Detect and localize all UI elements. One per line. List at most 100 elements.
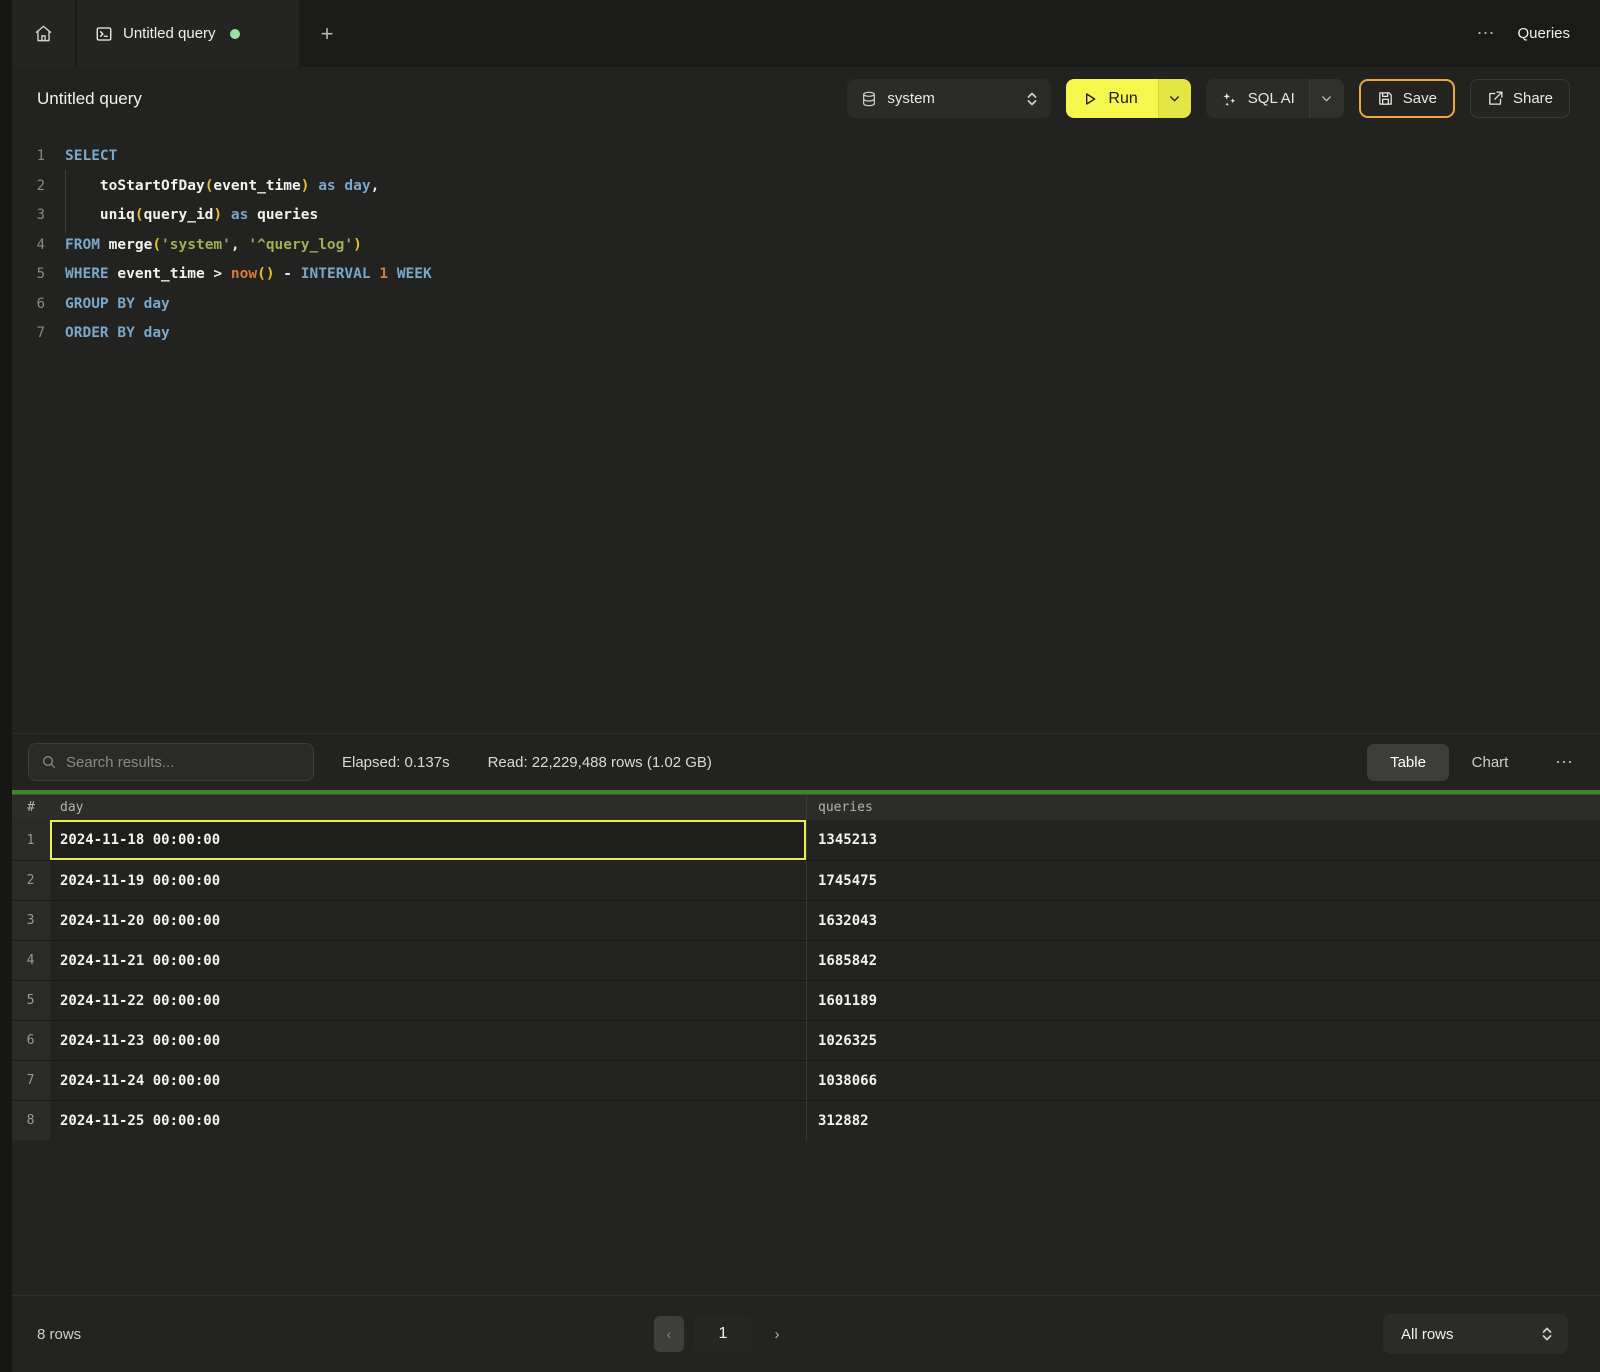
cell-queries[interactable]: 1632043 <box>806 901 1600 940</box>
queries-link[interactable]: Queries <box>1517 25 1570 42</box>
tab-table[interactable]: Table <box>1367 744 1449 781</box>
line-number: 2 <box>12 172 45 202</box>
pagination: ‹ 1 › <box>654 1316 792 1352</box>
line-number: 4 <box>12 231 45 261</box>
row-number: 2 <box>12 861 50 900</box>
row-number: 7 <box>12 1061 50 1100</box>
cell-queries[interactable]: 1685842 <box>806 941 1600 980</box>
code-text: uniq(query_id) as queries <box>65 201 318 231</box>
search-icon <box>41 754 57 770</box>
row-number: 3 <box>12 901 50 940</box>
column-header-index: # <box>12 800 50 815</box>
cell-queries[interactable]: 312882 <box>806 1101 1600 1140</box>
query-header: Untitled query system <box>12 67 1600 130</box>
terminal-icon <box>95 25 113 43</box>
code-text: FROM merge('system', '^query_log') <box>65 231 362 261</box>
code-text: GROUP BY day <box>65 290 170 320</box>
results-footer: 8 rows ‹ 1 › All rows <box>12 1295 1600 1372</box>
cell-day[interactable]: 2024-11-21 00:00:00 <box>50 941 806 980</box>
column-header-day[interactable]: day <box>50 800 806 815</box>
code-line[interactable]: 2 toStartOfDay(event_time) as day, <box>12 172 1600 202</box>
new-tab-button[interactable]: + <box>299 0 355 67</box>
home-icon <box>34 24 53 43</box>
rows-per-page-selector[interactable]: All rows <box>1383 1314 1568 1354</box>
tabbar-menu-icon[interactable]: ⋯ <box>1476 23 1495 44</box>
cell-day[interactable]: 2024-11-25 00:00:00 <box>50 1101 806 1140</box>
row-number: 5 <box>12 981 50 1020</box>
table-header: # day queries <box>12 795 1600 820</box>
row-number: 1 <box>12 820 50 860</box>
cell-day[interactable]: 2024-11-20 00:00:00 <box>50 901 806 940</box>
cell-queries[interactable]: 1038066 <box>806 1061 1600 1100</box>
cell-queries[interactable]: 1345213 <box>806 820 1600 860</box>
run-options-button[interactable] <box>1158 79 1191 118</box>
save-button[interactable]: Save <box>1359 79 1455 118</box>
results-menu-icon[interactable]: ⋯ <box>1555 752 1574 773</box>
rows-count: 8 rows <box>37 1326 81 1343</box>
results-tbody: 12024-11-18 00:00:00134521322024-11-19 0… <box>12 820 1600 1140</box>
home-tab[interactable] <box>12 0 75 67</box>
search-box <box>28 743 314 781</box>
next-page-button[interactable]: › <box>762 1316 792 1352</box>
sql-editor[interactable]: 1SELECT2 toStartOfDay(event_time) as day… <box>12 130 1600 733</box>
line-number: 6 <box>12 290 45 320</box>
sql-ai-label: SQL AI <box>1248 90 1295 107</box>
sql-ai-button[interactable]: SQL AI <box>1206 79 1309 118</box>
database-selector-value: system <box>887 90 1015 107</box>
run-button[interactable]: Run <box>1066 79 1157 118</box>
results-toolbar: Elapsed: 0.137s Read: 22,229,488 rows (1… <box>12 733 1600 790</box>
code-text: WHERE event_time > now() - INTERVAL 1 WE… <box>65 260 432 290</box>
tab-title: Untitled query <box>123 25 216 42</box>
cell-queries[interactable]: 1601189 <box>806 981 1600 1020</box>
run-label: Run <box>1108 90 1137 108</box>
results-empty-area <box>12 1140 1600 1295</box>
code-text: SELECT <box>65 142 117 172</box>
database-selector[interactable]: system <box>847 79 1051 118</box>
current-page-button[interactable]: 1 <box>694 1316 752 1352</box>
window-edge <box>0 0 12 1372</box>
play-icon <box>1082 91 1098 107</box>
run-button-group: Run <box>1066 79 1190 118</box>
row-number: 4 <box>12 941 50 980</box>
share-icon <box>1487 90 1504 107</box>
code-line[interactable]: 7ORDER BY day <box>12 319 1600 349</box>
prev-page-button[interactable]: ‹ <box>654 1316 684 1352</box>
code-text: toStartOfDay(event_time) as day, <box>65 172 379 202</box>
line-number: 3 <box>12 201 45 231</box>
share-button[interactable]: Share <box>1470 79 1570 118</box>
table-row: 12024-11-18 00:00:001345213 <box>12 820 1600 860</box>
row-number: 6 <box>12 1021 50 1060</box>
cell-day[interactable]: 2024-11-19 00:00:00 <box>50 861 806 900</box>
line-number: 7 <box>12 319 45 349</box>
code-line[interactable]: 6 GROUP BY day <box>12 290 1600 320</box>
cell-day[interactable]: 2024-11-24 00:00:00 <box>50 1061 806 1100</box>
tab-bar: Untitled query + ⋯ Queries <box>12 0 1600 67</box>
view-toggle: Table Chart <box>1367 744 1531 781</box>
code-line[interactable]: 4 FROM merge('system', '^query_log') <box>12 231 1600 261</box>
save-label: Save <box>1403 90 1437 107</box>
row-number: 8 <box>12 1101 50 1140</box>
read-stat: Read: 22,229,488 rows (1.02 GB) <box>488 754 712 771</box>
cell-day[interactable]: 2024-11-22 00:00:00 <box>50 981 806 1020</box>
search-input[interactable] <box>66 754 301 771</box>
sparkles-icon <box>1220 90 1238 108</box>
tab-untitled-query[interactable]: Untitled query <box>77 0 299 67</box>
cell-day[interactable]: 2024-11-23 00:00:00 <box>50 1021 806 1060</box>
save-icon <box>1377 90 1394 107</box>
updown-chevron-icon <box>1025 91 1039 107</box>
unsaved-dot <box>230 29 240 39</box>
code-line[interactable]: 3 uniq(query_id) as queries <box>12 201 1600 231</box>
cell-day[interactable]: 2024-11-18 00:00:00 <box>50 820 806 860</box>
code-line[interactable]: 5WHERE event_time > now() - INTERVAL 1 W… <box>12 260 1600 290</box>
elapsed-stat: Elapsed: 0.137s <box>342 754 450 771</box>
table-row: 62024-11-23 00:00:001026325 <box>12 1020 1600 1060</box>
sql-ai-options-button[interactable] <box>1309 79 1344 118</box>
code-line[interactable]: 1SELECT <box>12 142 1600 172</box>
cell-queries[interactable]: 1026325 <box>806 1021 1600 1060</box>
table-row: 82024-11-25 00:00:00312882 <box>12 1100 1600 1140</box>
tab-chart[interactable]: Chart <box>1449 744 1531 781</box>
sql-ai-button-group: SQL AI <box>1206 79 1344 118</box>
cell-queries[interactable]: 1745475 <box>806 861 1600 900</box>
column-header-queries[interactable]: queries <box>806 795 1600 820</box>
app-window: Untitled query + ⋯ Queries Untitled quer… <box>0 0 1600 1372</box>
